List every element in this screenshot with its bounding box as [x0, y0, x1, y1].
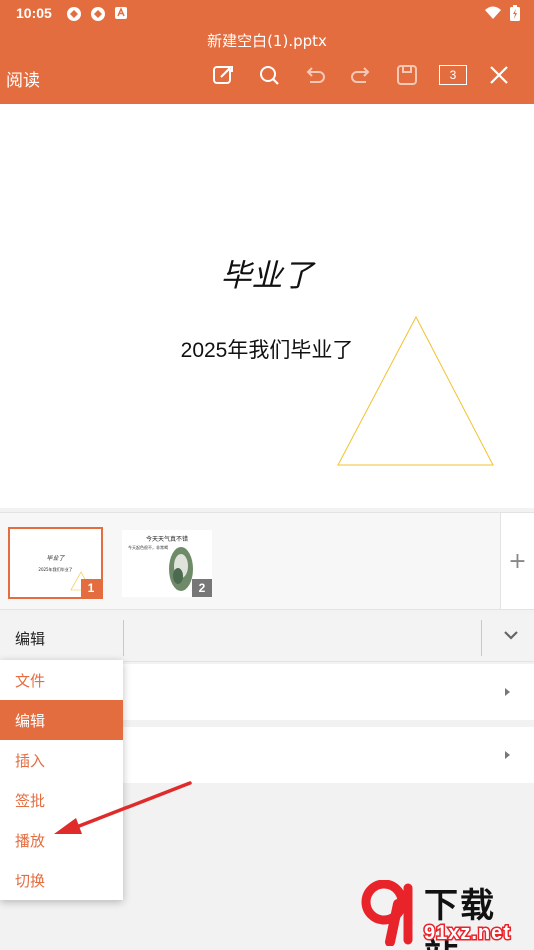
undo-button[interactable] [292, 60, 338, 90]
add-slide-button[interactable]: + [500, 513, 534, 609]
thumb2-title: 今天天气真不错 [145, 536, 188, 543]
edit-pen-button[interactable] [200, 60, 246, 90]
menu-item-insert[interactable]: 插入 [0, 740, 123, 780]
slide-triangle-shape[interactable] [336, 314, 498, 472]
status-bar: 10:05 [0, 0, 534, 28]
redo-button[interactable] [338, 60, 384, 90]
site-watermark: 下载站 91xz.net [360, 878, 530, 950]
row-expand-icon [505, 751, 510, 759]
document-title: 新建空白(1).pptx [207, 32, 327, 50]
sync-icon [67, 7, 81, 21]
search-button[interactable] [246, 60, 292, 90]
close-icon [490, 66, 508, 84]
undo-icon [306, 67, 325, 83]
page-count-button[interactable]: 3 [430, 60, 476, 90]
search-icon [260, 66, 279, 85]
tool-tab-row: 编辑 [0, 614, 534, 662]
edit-pen-icon [213, 66, 233, 84]
current-tab-label[interactable]: 编辑 [15, 628, 45, 649]
watermark-logo-icon [361, 880, 413, 946]
row-expand-icon [505, 688, 510, 696]
status-notification-icons [66, 6, 128, 22]
thumb2-bullet: 今天起色很不，非常喝 [128, 545, 168, 550]
menu-item-play[interactable]: 播放 [0, 820, 123, 860]
battery-icon [510, 5, 520, 21]
slide-thumbnail-1[interactable]: 毕业了 2025年我们毕业了 1 [8, 527, 103, 599]
tab-separator-right [481, 620, 482, 656]
watermark-url: 91xz.net [423, 921, 512, 946]
read-mode-button[interactable]: 阅读 [6, 66, 40, 91]
chevron-down-icon [504, 631, 518, 640]
header-toolbar: 3 [200, 60, 522, 90]
plus-icon: + [508, 548, 527, 574]
thumbnail-number-1: 1 [81, 579, 101, 597]
status-system-icons [484, 5, 520, 21]
status-time: 10:05 [16, 5, 52, 21]
save-button[interactable] [384, 60, 430, 90]
wifi-icon [485, 6, 501, 19]
thumb1-title: 毕业了 [46, 555, 65, 562]
slide-title-text[interactable]: 毕业了 [0, 250, 534, 295]
menu-item-annotate[interactable]: 签批 [0, 780, 123, 820]
thumb2-photo [169, 547, 193, 591]
redo-icon [351, 67, 370, 83]
sync-icon-2 [91, 7, 105, 21]
menu-item-transition[interactable]: 切换 [0, 860, 123, 900]
tab-dropdown-menu: 文件 编辑 插入 签批 播放 切换 [0, 660, 123, 900]
tab-separator [123, 620, 124, 656]
thumbnail-number-2: 2 [192, 579, 212, 597]
menu-item-file[interactable]: 文件 [0, 660, 123, 700]
app-header: 10:05 新建空白(1).pptx 阅读 3 [0, 0, 534, 104]
collapse-panel-button[interactable] [502, 626, 520, 648]
app-notification-icon [115, 7, 127, 19]
slide-thumbnail-2[interactable]: 今天天气真不错 今天起色很不，非常喝 2 [122, 530, 212, 597]
slide-canvas[interactable]: 毕业了 2025年我们毕业了 [0, 104, 534, 508]
close-button[interactable] [476, 60, 522, 90]
save-icon [397, 65, 417, 85]
slide-thumbnail-strip: 毕业了 2025年我们毕业了 1 今天天气真不错 今天起色很不，非常喝 2 + [0, 512, 534, 610]
menu-item-edit[interactable]: 编辑 [0, 700, 123, 740]
page-count-badge: 3 [439, 65, 467, 85]
